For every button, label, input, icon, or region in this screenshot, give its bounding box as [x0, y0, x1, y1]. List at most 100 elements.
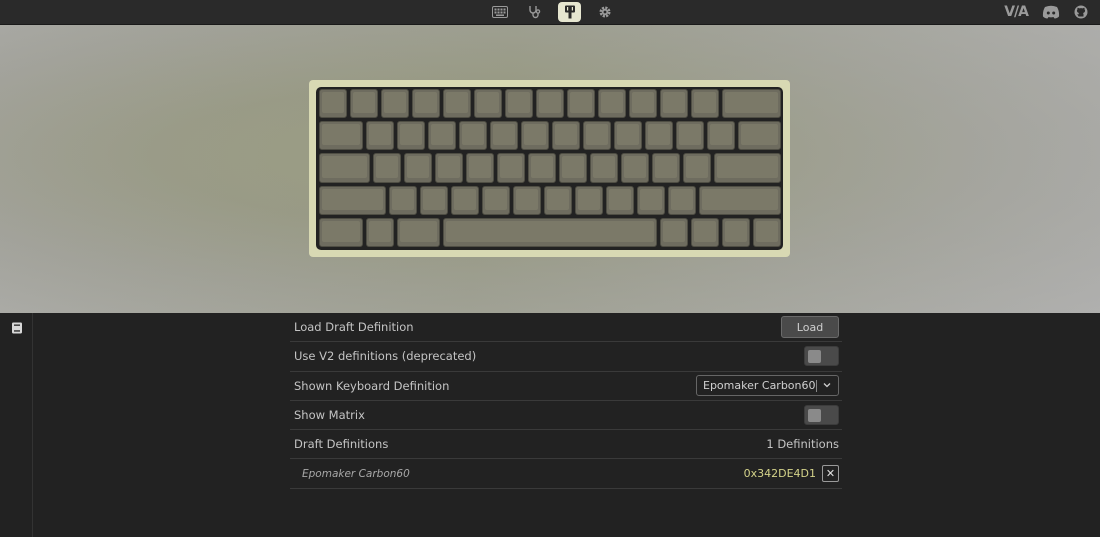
- keycap[interactable]: [396, 121, 425, 151]
- keycap[interactable]: [466, 153, 495, 183]
- use-v2-label: Use V2 definitions (deprecated): [294, 349, 477, 364]
- draft-definitions-count: 1 Definitions: [766, 437, 839, 452]
- keycap[interactable]: [443, 89, 471, 119]
- keycap[interactable]: [381, 89, 409, 119]
- keyboard-plate: [316, 87, 783, 250]
- keycap[interactable]: [636, 185, 665, 215]
- keycap[interactable]: [396, 217, 440, 247]
- load-draft-label: Load Draft Definition: [294, 320, 414, 335]
- discord-icon[interactable]: [1042, 5, 1060, 19]
- sidebar: [0, 313, 33, 537]
- keycap[interactable]: [365, 217, 394, 247]
- row-draft-definitions: Draft Definitions 1 Definitions: [290, 430, 842, 460]
- toggle-knob: [808, 350, 821, 364]
- nav-settings[interactable]: [593, 2, 616, 22]
- row-shown-definition: Shown Keyboard Definition Epomaker Carbo…: [290, 372, 842, 401]
- show-matrix-toggle[interactable]: [804, 405, 839, 426]
- brush-icon: [564, 5, 575, 19]
- keycap[interactable]: [512, 185, 541, 215]
- keycap[interactable]: [435, 153, 464, 183]
- via-logo[interactable]: V/A: [1004, 4, 1029, 20]
- keycap[interactable]: [675, 121, 704, 151]
- keycap[interactable]: [365, 121, 394, 151]
- keycap[interactable]: [559, 153, 588, 183]
- keycap[interactable]: [722, 89, 781, 119]
- keycap[interactable]: [474, 89, 502, 119]
- keycap[interactable]: [652, 153, 681, 183]
- keycap[interactable]: [660, 89, 688, 119]
- keycap[interactable]: [481, 185, 510, 215]
- keycap[interactable]: [706, 121, 735, 151]
- nav-design[interactable]: [558, 2, 581, 22]
- nav-test[interactable]: [523, 2, 546, 22]
- keyboard-preview: [0, 25, 1100, 313]
- keycap[interactable]: [567, 89, 595, 119]
- keycap[interactable]: [450, 185, 479, 215]
- keycap[interactable]: [722, 217, 750, 247]
- keycap[interactable]: [520, 121, 549, 151]
- keycap[interactable]: [582, 121, 611, 151]
- keycap[interactable]: [629, 89, 657, 119]
- keycap[interactable]: [443, 217, 657, 247]
- keycap[interactable]: [644, 121, 673, 151]
- row-load-draft: Load Draft Definition Load: [290, 313, 842, 343]
- design-panel: Load Draft Definition Load Use V2 defini…: [290, 313, 842, 489]
- keycap[interactable]: [350, 89, 378, 119]
- use-v2-toggle[interactable]: [804, 346, 839, 367]
- row-show-matrix: Show Matrix: [290, 401, 842, 431]
- keycap[interactable]: [319, 185, 386, 215]
- keycap[interactable]: [319, 121, 363, 151]
- keycap[interactable]: [319, 153, 371, 183]
- github-icon[interactable]: [1074, 5, 1088, 19]
- draft-definition-id: 0x342DE4D1: [743, 467, 816, 481]
- keycap[interactable]: [373, 153, 402, 183]
- keycap[interactable]: [753, 217, 781, 247]
- keycap[interactable]: [505, 89, 533, 119]
- definition-select-value: Epomaker Carbon60: [703, 379, 816, 393]
- keycap[interactable]: [691, 89, 719, 119]
- chevron-down-icon: [823, 383, 831, 388]
- main-nav: [488, 1, 616, 23]
- keycap[interactable]: [458, 121, 487, 151]
- keycap[interactable]: [737, 121, 781, 151]
- book-icon[interactable]: [11, 322, 23, 334]
- keycap[interactable]: [388, 185, 417, 215]
- keycap[interactable]: [698, 185, 781, 215]
- keycap[interactable]: [489, 121, 518, 151]
- show-matrix-label: Show Matrix: [294, 408, 365, 423]
- keycap[interactable]: [621, 153, 650, 183]
- keycap[interactable]: [404, 153, 433, 183]
- draft-definitions-label: Draft Definitions: [294, 437, 389, 452]
- keycap[interactable]: [613, 121, 642, 151]
- top-bar: V/A: [0, 0, 1100, 25]
- nav-configure[interactable]: [488, 2, 511, 22]
- gear-icon: [598, 6, 611, 18]
- keycap[interactable]: [551, 121, 580, 151]
- keycap[interactable]: [427, 121, 456, 151]
- close-icon: ✕: [825, 467, 836, 481]
- external-links: V/A: [1004, 2, 1088, 22]
- keyboard-icon: [491, 6, 508, 18]
- keycap[interactable]: [419, 185, 448, 215]
- keycap[interactable]: [319, 89, 347, 119]
- keycap[interactable]: [691, 217, 719, 247]
- draft-definition-name: Epomaker Carbon60: [302, 467, 410, 480]
- keycap[interactable]: [543, 185, 572, 215]
- keycap[interactable]: [683, 153, 712, 183]
- keycap[interactable]: [667, 185, 696, 215]
- keycap[interactable]: [319, 217, 363, 247]
- keycap[interactable]: [714, 153, 781, 183]
- toggle-knob: [808, 409, 821, 423]
- keycap[interactable]: [536, 89, 564, 119]
- remove-definition-button[interactable]: ✕: [822, 465, 839, 483]
- keycap[interactable]: [605, 185, 634, 215]
- keycap[interactable]: [660, 217, 688, 247]
- definition-select[interactable]: Epomaker Carbon60: [696, 375, 839, 397]
- load-button[interactable]: Load: [781, 316, 839, 339]
- keycap[interactable]: [598, 89, 626, 119]
- keycap[interactable]: [497, 153, 526, 183]
- keycap[interactable]: [412, 89, 440, 119]
- keycap[interactable]: [574, 185, 603, 215]
- keycap[interactable]: [528, 153, 557, 183]
- keycap[interactable]: [590, 153, 619, 183]
